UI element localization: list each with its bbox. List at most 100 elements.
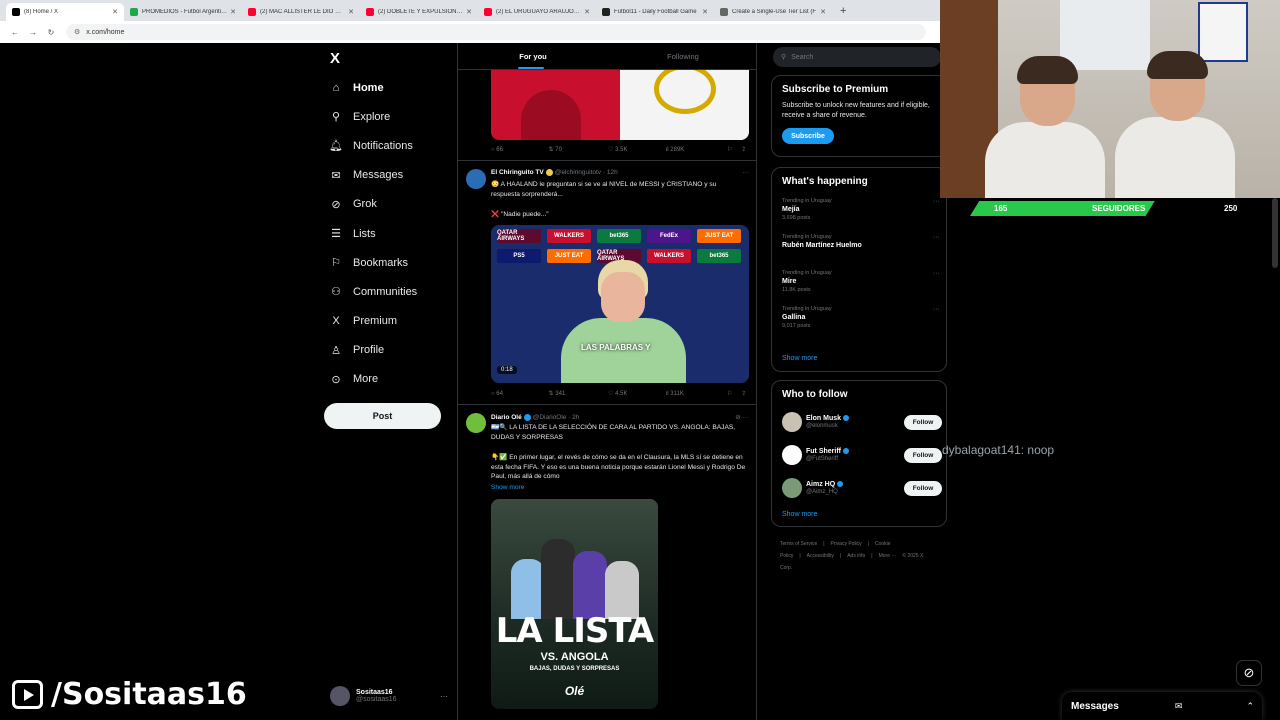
repost-button[interactable]: ⇅ 341 [549, 390, 609, 398]
close-icon[interactable]: ✕ [466, 8, 472, 16]
sidebar-item-lists[interactable]: ☰ Lists [329, 219, 417, 248]
new-tab-button[interactable]: + [840, 5, 846, 17]
tweet-image[interactable]: LA LISTA VS. ANGOLA BAJAS, DUDAS Y SORPR… [491, 499, 658, 709]
sidebar-item-label: Grok [353, 198, 377, 211]
more-icon[interactable]: ··· [440, 692, 448, 701]
browser-tab[interactable]: (2) MAC ALLISTER LE DIO UN T ✕ [242, 3, 360, 21]
more-icon[interactable]: ··· [933, 198, 940, 205]
author-name[interactable]: El Chiringuito TV [491, 169, 544, 176]
bookmark-icon[interactable]: ⚐ [727, 390, 741, 397]
account-switcher[interactable]: Sositaas16 @sositaas16 ··· [330, 686, 448, 706]
avatar[interactable] [466, 169, 486, 189]
close-icon[interactable]: ✕ [112, 8, 118, 16]
trend-item[interactable]: Trending in Uruguay Gallina 9,017 posts ··· [782, 306, 940, 329]
share-icon[interactable]: ⇪ [741, 146, 749, 153]
close-icon[interactable]: ✕ [230, 8, 236, 16]
close-icon[interactable]: ✕ [702, 8, 708, 16]
footer-link[interactable]: Terms of Service [780, 541, 817, 547]
video-person [561, 260, 686, 383]
forward-icon[interactable]: → [24, 28, 42, 37]
reply-button[interactable]: ○ 64 [491, 391, 549, 397]
sidebar-item-grok[interactable]: ⊘ Grok [329, 190, 417, 219]
scrollbar[interactable] [1272, 198, 1278, 268]
more-icon[interactable]: ⊘ ··· [735, 413, 749, 421]
bookmark-icon[interactable]: ⚐ [727, 146, 741, 153]
follow-button[interactable]: Follow [904, 414, 942, 430]
browser-tab[interactable]: (2) EL URUGUAYO ARAÚJO REA ✕ [478, 3, 596, 21]
follow-suggestion[interactable]: Fut Sheriff @FutSheriff Follow [782, 444, 942, 466]
subscribe-button[interactable]: Subscribe [782, 128, 834, 144]
sidebar-item-home[interactable]: ⌂ Home [329, 73, 417, 102]
sidebar-item-more[interactable]: ⊙ More [329, 365, 417, 394]
browser-tab[interactable]: Create a Single-Use Tier List (F ✕ [714, 3, 832, 21]
search-placeholder: Search [791, 53, 814, 61]
post-button[interactable]: Post [324, 403, 441, 429]
author-handle[interactable]: @DiarioOle · 2h [533, 414, 580, 421]
more-icon[interactable]: ··· [933, 270, 940, 277]
sponsor-board: QATAR AIRWAYS [497, 229, 541, 243]
show-more-link[interactable]: Show more [782, 355, 817, 362]
show-more-link[interactable]: Show more [491, 483, 747, 493]
sidebar-item-notifications[interactable]: 🔔︎ Notifications [329, 131, 417, 160]
views-button[interactable]: ıl 289K [666, 147, 728, 153]
footer-link[interactable]: Ads info [847, 553, 865, 559]
poster-brand: Olé [564, 684, 585, 698]
author-handle[interactable]: @elchiringuitotv · 12h [555, 169, 618, 176]
back-icon[interactable]: ← [6, 28, 24, 37]
views-button[interactable]: ıl 311K [666, 391, 728, 397]
footer-link[interactable]: More ··· [879, 553, 897, 559]
follow-button[interactable]: Follow [904, 447, 942, 463]
browser-tab[interactable]: (8) Home / X ✕ [6, 3, 124, 21]
sidebar-item-premium[interactable]: X Premium [329, 307, 417, 336]
browser-tab[interactable]: Futbol11 - Daily Football Game ✕ [596, 3, 714, 21]
video-player[interactable]: bet365 WALKERS QATAR AIRWAYS JUST EAT PS5 JUS… [491, 225, 749, 383]
whats-happening-card: What's happening Show more Trending in U… [771, 167, 947, 372]
sidebar-item-bookmarks[interactable]: ⚐ Bookmarks [329, 248, 417, 277]
trend-item[interactable]: Trending in Uruguay Rubén Martínez Huelmo… [782, 234, 940, 249]
search-input[interactable]: ⚲ Search [773, 47, 941, 67]
trend-item[interactable]: Trending in Uruguay Mejía 3,698 posts ··· [782, 198, 940, 221]
grok-icon[interactable]: ⊘ [1236, 660, 1262, 686]
close-icon[interactable]: ✕ [348, 8, 354, 16]
sidebar-item-profile[interactable]: ♙ Profile [329, 336, 417, 365]
tab-following[interactable]: Following [608, 43, 756, 69]
account-name: Elon Musk [806, 415, 850, 422]
sidebar-item-messages[interactable]: ✉ Messages [329, 161, 417, 190]
show-more-link[interactable]: Show more [782, 511, 817, 518]
tab-for-you[interactable]: For you [458, 43, 608, 69]
whats-happening-title: What's happening [782, 176, 868, 187]
footer-link[interactable]: Privacy Policy [831, 541, 862, 547]
like-button[interactable]: ♡ 3.5K [608, 146, 666, 154]
follow-button[interactable]: Follow [904, 480, 942, 496]
site-info-icon[interactable]: ⚙ [74, 28, 80, 36]
browser-tab[interactable]: (2) DOBLETE Y EXPULSIÓN DE ✕ [360, 3, 478, 21]
expand-icon[interactable]: ⌃ [1246, 701, 1254, 712]
author-name[interactable]: Diario Olé [491, 414, 522, 421]
trend-item[interactable]: Trending in Uruguay Mire 11.8K posts ··· [782, 270, 940, 293]
compose-message-icon[interactable]: ✉ [1175, 701, 1183, 712]
verified-icon [523, 413, 531, 421]
more-icon[interactable]: ··· [743, 169, 750, 176]
reply-button[interactable]: ○ 66 [491, 147, 549, 153]
x-logo[interactable]: X [330, 50, 340, 67]
close-icon[interactable]: ✕ [584, 8, 590, 16]
more-icon[interactable]: ··· [933, 234, 940, 241]
avatar[interactable] [466, 413, 486, 433]
browser-tab-strip: (8) Home / X ✕ PROMEDIOS - Futbol Argentin… [0, 0, 940, 21]
tweet-media[interactable] [491, 70, 749, 140]
repost-button[interactable]: ⇅ 70 [549, 146, 609, 154]
footer-link[interactable]: Accessibility [807, 553, 834, 559]
follow-suggestion[interactable]: Aimz HQ @Aimz_HQ Follow [782, 477, 942, 499]
follow-suggestion[interactable]: Elon Musk @elonmusk Follow [782, 411, 942, 433]
messages-drawer[interactable]: Messages ✉ ⌃ [1062, 692, 1262, 720]
sidebar-item-explore[interactable]: ⚲ Explore [329, 102, 417, 131]
sidebar-item-communities[interactable]: ⚇ Communities [329, 277, 417, 306]
like-button[interactable]: ♡ 4.5K [608, 390, 666, 398]
reload-icon[interactable]: ↻ [42, 28, 60, 37]
url-field[interactable]: ⚙ x.com/home [66, 24, 926, 40]
more-icon[interactable]: ··· [933, 306, 940, 313]
share-icon[interactable]: ⇪ [741, 390, 749, 397]
close-icon[interactable]: ✕ [820, 8, 826, 16]
browser-tab[interactable]: PROMEDIOS - Futbol Argentino ✕ [124, 3, 242, 21]
account-name-text: Elon Musk [806, 415, 842, 422]
